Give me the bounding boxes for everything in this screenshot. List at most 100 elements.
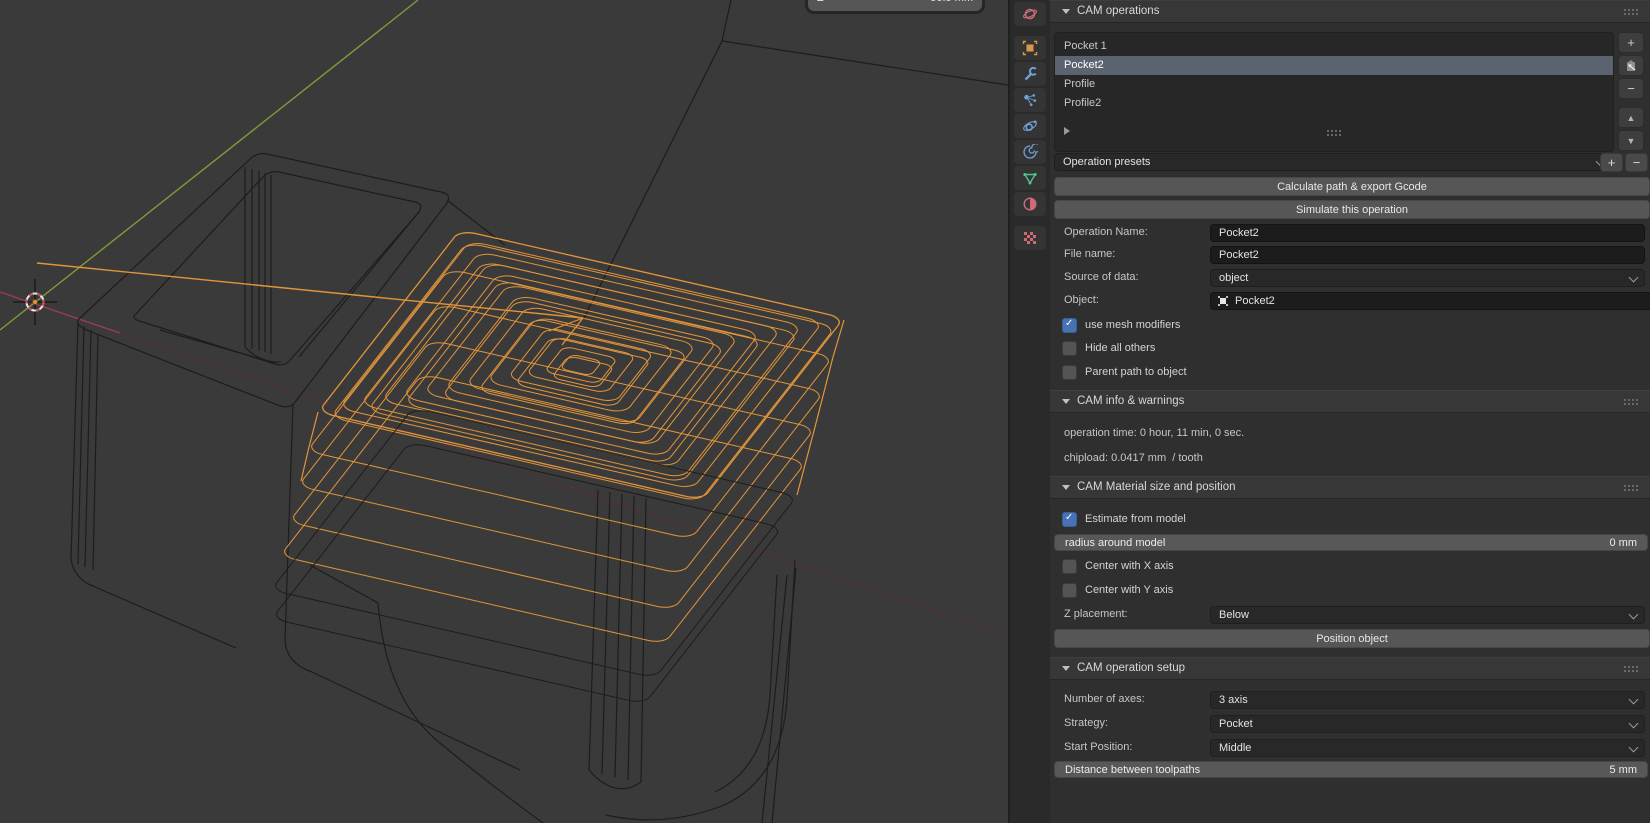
hide-all-others-row[interactable]: Hide all others (1062, 341, 1155, 355)
strategy-row: Strategy: Pocket (1050, 715, 1650, 731)
tab-object[interactable] (1014, 36, 1046, 60)
input-value: Pocket2 (1219, 227, 1259, 239)
chevron-down-icon (1629, 743, 1639, 753)
list-buttons: + − ▲ ▼ (1618, 32, 1644, 153)
tab-modifiers[interactable] (1014, 62, 1046, 86)
chevron-down-icon (1629, 610, 1639, 620)
section-header-cam-operations[interactable]: CAM operations (1050, 0, 1650, 22)
field-label: Start Position: (1064, 741, 1132, 753)
drag-grip-icon[interactable] (1623, 8, 1638, 15)
list-item[interactable]: Profile2 (1055, 94, 1613, 113)
blender-cam-window: Z 50.5 mm (0, 0, 1650, 823)
section-header-cam-setup[interactable]: CAM operation setup (1050, 657, 1650, 679)
field-label: File name: (1064, 248, 1115, 260)
filter-expander-icon[interactable] (1064, 127, 1070, 135)
tab-constraints[interactable] (1014, 140, 1046, 164)
slider-value: 5 mm (1610, 764, 1638, 776)
section-title: CAM info & warnings (1077, 395, 1184, 407)
tab-physics[interactable] (1014, 114, 1046, 138)
tab-world[interactable] (1014, 2, 1046, 26)
operation-time-text: operation time: 0 hour, 11 min, 0 sec. (1064, 427, 1244, 439)
list-resize-grip[interactable] (1326, 129, 1342, 136)
parent-path-to-object-row[interactable]: Parent path to object (1062, 365, 1187, 379)
field-label: Object: (1064, 294, 1099, 306)
paste-operation-button[interactable] (1618, 55, 1644, 76)
file-name-row: File name: Pocket2 (1050, 246, 1650, 262)
section-header-cam-info[interactable]: CAM info & warnings (1050, 390, 1650, 412)
start-position-select[interactable]: Middle (1210, 739, 1645, 757)
drag-grip-icon[interactable] (1623, 665, 1638, 672)
slider-label: radius around model (1065, 537, 1165, 549)
remove-operation-button[interactable]: − (1618, 78, 1644, 99)
chevron-down-icon (1629, 719, 1639, 729)
wrench-icon (1022, 66, 1038, 82)
collapse-triangle-icon (1062, 485, 1070, 490)
calculate-path-button[interactable]: Calculate path & export Gcode (1054, 177, 1650, 196)
drag-grip-icon[interactable] (1623, 484, 1638, 491)
section-header-cam-material[interactable]: CAM Material size and position (1050, 476, 1650, 498)
center-x-row[interactable]: Center with X axis (1062, 559, 1174, 573)
file-name-input[interactable]: Pocket2 (1210, 246, 1645, 264)
operations-list: Pocket 1 Pocket2 Profile Profile2 (1054, 32, 1614, 152)
slider-label: Distance between toolpaths (1065, 764, 1200, 776)
properties-tab-bar (1010, 0, 1050, 823)
drag-grip-icon[interactable] (1623, 398, 1638, 405)
center-y-row[interactable]: Center with Y axis (1062, 583, 1173, 597)
checkbox-unchecked[interactable] (1062, 559, 1077, 574)
section-title: CAM operations (1077, 5, 1159, 17)
add-operation-button[interactable]: + (1618, 32, 1644, 53)
checkbox-label: use mesh modifiers (1085, 319, 1180, 331)
checkbox-unchecked[interactable] (1062, 583, 1077, 598)
mesh-object-icon (1217, 295, 1229, 307)
select-value: object (1219, 272, 1248, 284)
z-transform-field[interactable]: Z 50.5 mm (808, 0, 982, 11)
viewport-3d[interactable]: Z 50.5 mm (0, 0, 1008, 823)
operation-presets-select[interactable]: Operation presets (1054, 153, 1612, 171)
source-of-data-select[interactable]: object (1210, 269, 1645, 287)
constraints-swirl-icon (1022, 144, 1038, 160)
texture-checker-icon (1022, 230, 1038, 246)
tab-texture[interactable] (1014, 226, 1046, 250)
checkbox-checked[interactable] (1062, 512, 1077, 527)
collapse-triangle-icon (1062, 666, 1070, 671)
simulate-operation-button[interactable]: Simulate this operation (1054, 200, 1650, 219)
checkbox-unchecked[interactable] (1062, 365, 1077, 380)
checkbox-unchecked[interactable] (1062, 341, 1077, 356)
cursor-3d-icon (13, 279, 57, 325)
use-mesh-modifiers-row[interactable]: use mesh modifiers (1062, 318, 1180, 332)
checkbox-label: Hide all others (1085, 342, 1155, 354)
chevron-down-icon (1629, 695, 1639, 705)
list-item-selected[interactable]: Pocket2 (1055, 56, 1613, 75)
z-placement-select[interactable]: Below (1210, 606, 1645, 624)
add-preset-button[interactable]: + (1600, 153, 1623, 172)
list-item[interactable]: Profile (1055, 75, 1613, 94)
list-item[interactable]: Pocket 1 (1055, 37, 1613, 56)
strategy-select[interactable]: Pocket (1210, 715, 1645, 733)
operation-name-input[interactable]: Pocket2 (1210, 224, 1645, 242)
material-sphere-icon (1022, 196, 1038, 212)
tab-material[interactable] (1014, 192, 1046, 216)
number-of-axes-select[interactable]: 3 axis (1210, 691, 1645, 709)
checkbox-label: Estimate from model (1085, 513, 1186, 525)
z-placement-row: Z placement: Below (1050, 606, 1650, 622)
checkbox-label: Center with Y axis (1085, 584, 1173, 596)
field-label: Number of axes: (1064, 693, 1145, 705)
estimate-from-model-row[interactable]: Estimate from model (1062, 512, 1186, 526)
move-up-button[interactable]: ▲ (1618, 107, 1644, 128)
checkbox-checked[interactable] (1062, 318, 1077, 333)
remove-preset-button[interactable]: − (1625, 153, 1648, 172)
checkbox-label: Center with X axis (1085, 560, 1174, 572)
chevron-down-icon (1629, 273, 1639, 283)
tab-object-data[interactable] (1014, 166, 1046, 190)
move-down-button[interactable]: ▼ (1618, 130, 1644, 151)
tab-particles[interactable] (1014, 88, 1046, 112)
field-label: Strategy: (1064, 717, 1108, 729)
object-field[interactable]: Pocket2 ✕ (1210, 292, 1650, 310)
distance-between-toolpaths-slider[interactable]: Distance between toolpaths 5 mm (1054, 761, 1648, 778)
z-field-value: 50.5 mm (930, 0, 973, 4)
position-object-button[interactable]: Position object (1054, 629, 1650, 648)
radius-around-model-slider[interactable]: radius around model 0 mm (1054, 534, 1648, 551)
physics-orbit-icon (1022, 118, 1038, 134)
machined-pocket-outline (271, 408, 797, 704)
section-title: CAM operation setup (1077, 662, 1185, 674)
